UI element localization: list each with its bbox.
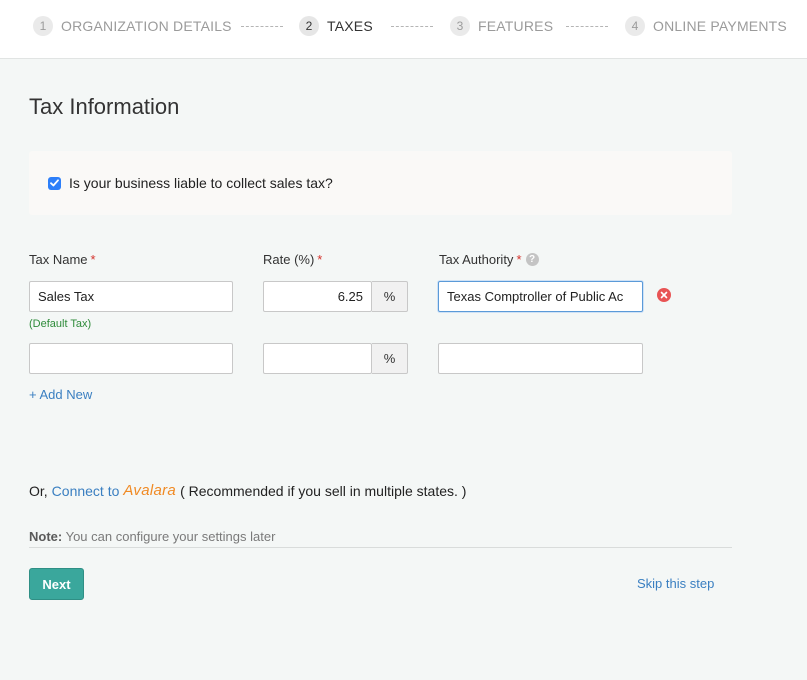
step-features[interactable]: 3 FEATURES xyxy=(450,15,553,37)
rate-input[interactable] xyxy=(263,343,372,374)
tax-name-label-text: Tax Name xyxy=(29,252,88,267)
page-title: Tax Information xyxy=(29,94,180,119)
required-mark: * xyxy=(516,252,522,267)
default-tax-note: (Default Tax) xyxy=(29,318,92,330)
step-online-payments[interactable]: 4 ONLINE PAYMENTS xyxy=(625,15,787,37)
step-separator xyxy=(566,26,608,27)
step-number: 4 xyxy=(625,16,645,36)
question-circle-icon[interactable]: ? xyxy=(525,253,539,266)
tax-name-input[interactable] xyxy=(29,343,233,374)
step-number: 1 xyxy=(33,16,53,36)
tax-name-input[interactable] xyxy=(29,281,233,312)
close-icon xyxy=(660,291,668,299)
avalara-logo[interactable]: Avalara xyxy=(123,482,176,499)
settings-note: Note: You can configure your settings la… xyxy=(29,529,275,544)
step-taxes[interactable]: 2 TAXES xyxy=(299,15,373,37)
step-separator xyxy=(391,26,433,27)
wizard-stepper: 1 ORGANIZATION DETAILS 2 TAXES 3 FEATURE… xyxy=(0,0,807,59)
step-number: 2 xyxy=(299,16,319,36)
tax-authority-label-text: Tax Authority xyxy=(439,252,514,267)
checkmark-icon xyxy=(50,179,59,187)
remove-row-icon[interactable] xyxy=(657,288,671,302)
rate-label-text: Rate (%) xyxy=(263,252,315,267)
step-label: ORGANIZATION DETAILS xyxy=(61,18,232,34)
step-label: TAXES xyxy=(327,18,373,34)
skip-step-link[interactable]: Skip this step xyxy=(637,576,714,591)
rate-label: Rate (%) * xyxy=(263,252,322,267)
step-label: ONLINE PAYMENTS xyxy=(653,18,787,34)
tax-authority-label: Tax Authority * ? xyxy=(439,252,539,267)
sales-tax-liable-checkbox[interactable] xyxy=(48,176,61,190)
step-label: FEATURES xyxy=(478,18,554,34)
divider xyxy=(29,547,732,548)
connect-suffix: ( Recommended if you sell in multiple st… xyxy=(180,482,467,499)
tax-authority-input[interactable] xyxy=(438,281,643,312)
connect-avalara-row: Or, Connect to Avalara ( Recommended if … xyxy=(29,482,466,499)
sales-tax-liable-label[interactable]: Is your business liable to collect sales… xyxy=(69,175,333,191)
step-number: 3 xyxy=(450,16,470,36)
rate-input[interactable] xyxy=(263,281,372,312)
note-label: Note: xyxy=(29,529,63,544)
add-new-tax-link[interactable]: + Add New xyxy=(29,387,92,402)
percent-addon: % xyxy=(372,281,408,312)
required-mark: * xyxy=(317,252,323,267)
sales-tax-liable-panel: Is your business liable to collect sales… xyxy=(29,151,732,215)
connect-avalara-link[interactable]: Connect to xyxy=(52,483,120,499)
tax-authority-input[interactable] xyxy=(438,343,643,374)
percent-addon: % xyxy=(372,343,408,374)
required-mark: * xyxy=(90,252,96,267)
step-separator xyxy=(241,26,283,27)
connect-prefix: Or, xyxy=(29,482,48,499)
next-button[interactable]: Next xyxy=(29,568,84,600)
tax-name-label: Tax Name * xyxy=(29,252,96,267)
step-organization-details[interactable]: 1 ORGANIZATION DETAILS xyxy=(33,15,232,37)
note-text: You can configure your settings later xyxy=(62,529,276,544)
